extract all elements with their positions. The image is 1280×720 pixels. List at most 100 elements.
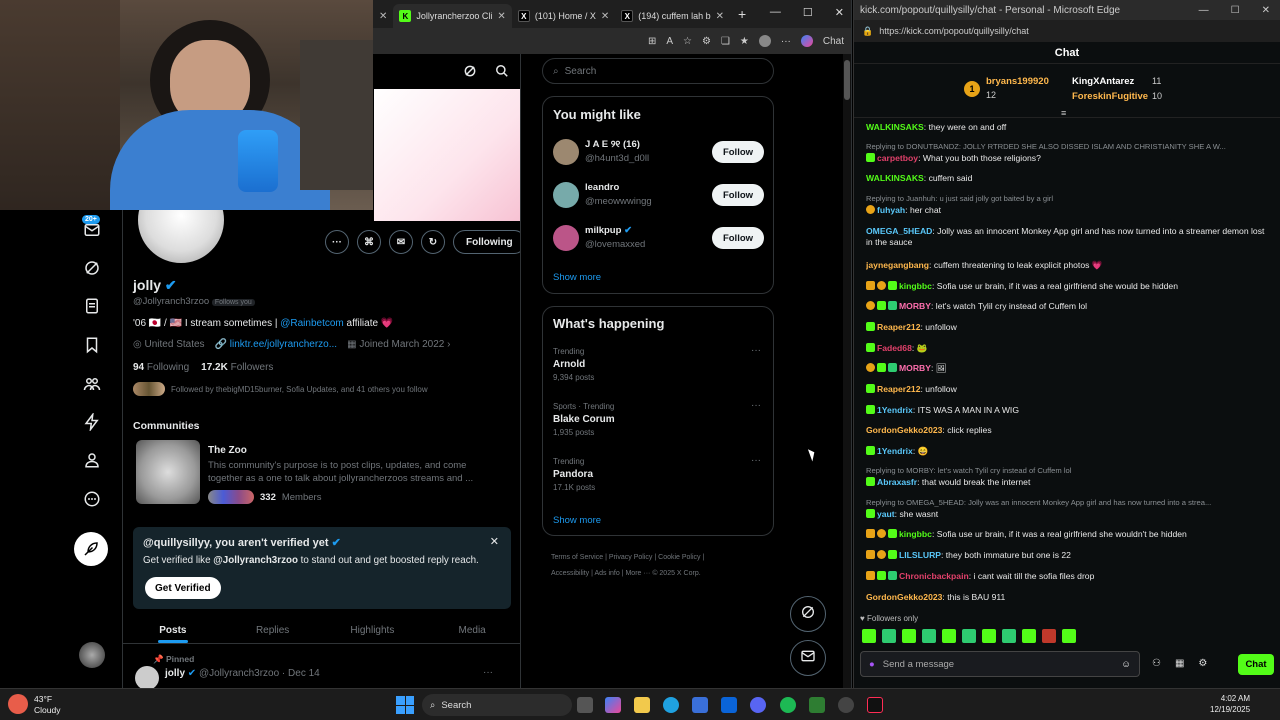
- followers-count[interactable]: 17.2K Followers: [201, 362, 273, 373]
- reply-context[interactable]: Replying to Juanhuh: u just said jolly g…: [866, 193, 1271, 204]
- show-more-link[interactable]: Show more: [553, 272, 601, 283]
- emote[interactable]: [942, 629, 956, 643]
- more-icon[interactable]: ···: [751, 400, 761, 411]
- more-icon[interactable]: ···: [751, 345, 761, 356]
- footer-link[interactable]: Terms of Service: [551, 554, 603, 561]
- emote[interactable]: [982, 629, 996, 643]
- chat-username[interactable]: Faded68: [877, 343, 912, 353]
- reply-context[interactable]: Replying to MORBY: let's watch Tylil cry…: [866, 465, 1271, 476]
- bio-link[interactable]: @Rainbetcom: [280, 318, 344, 329]
- website-link[interactable]: 🔗 linktr.ee/jollyrancherzo...: [215, 339, 338, 350]
- close-icon[interactable]: ✕: [716, 11, 724, 22]
- leader-name[interactable]: KingXAntarez: [1072, 76, 1134, 87]
- minimize-icon[interactable]: —: [770, 6, 781, 19]
- edge-icon[interactable]: [663, 697, 679, 713]
- weather-icon[interactable]: [8, 694, 28, 714]
- emote[interactable]: [1002, 629, 1016, 643]
- emote[interactable]: [1022, 629, 1036, 643]
- chat-username[interactable]: 1Yendrix: [877, 446, 913, 456]
- chat-username[interactable]: OMEGA_5HEAD: [866, 226, 932, 236]
- chat-username[interactable]: WALKINSAKS: [866, 122, 924, 132]
- emote[interactable]: [1062, 629, 1076, 643]
- grok-icon[interactable]: [463, 64, 477, 83]
- footer-link[interactable]: Ads info: [594, 570, 619, 577]
- account-avatar[interactable]: [79, 642, 105, 668]
- follow-button[interactable]: Follow: [712, 227, 764, 249]
- tab-cuffem[interactable]: X (194) cuffem lah b ✕: [615, 4, 730, 28]
- emote[interactable]: [962, 629, 976, 643]
- bookmarks-nav-icon[interactable]: [80, 333, 104, 357]
- user-name[interactable]: J A E ୨୧ (16): [585, 139, 640, 150]
- close-icon[interactable]: ✕: [601, 11, 609, 22]
- user-name[interactable]: leandro: [585, 182, 619, 193]
- post-button[interactable]: [74, 532, 108, 566]
- community-name[interactable]: The Zoo: [208, 445, 247, 456]
- followed-by[interactable]: Followed by thebigMD15burner, Sofia Upda…: [133, 382, 428, 396]
- profile-icon[interactable]: [758, 35, 771, 47]
- discord-icon[interactable]: [750, 697, 766, 713]
- chat-username[interactable]: MORBY: [899, 301, 931, 311]
- chat-username[interactable]: Abraxasfr: [877, 477, 917, 487]
- post-avatar[interactable]: [135, 666, 159, 688]
- search-box[interactable]: ⌕ Search: [542, 58, 774, 84]
- show-more-link[interactable]: Show more: [553, 515, 601, 526]
- message-button[interactable]: ✉: [389, 230, 413, 254]
- grok-nav-icon[interactable]: [80, 256, 104, 280]
- emote[interactable]: [882, 629, 896, 643]
- footer-link[interactable]: Cookie Policy: [658, 554, 700, 561]
- chat-username[interactable]: fuhyah: [877, 205, 905, 215]
- close-icon[interactable]: ✕: [497, 11, 505, 22]
- more-icon[interactable]: ···: [751, 455, 761, 466]
- task-view-icon[interactable]: [577, 697, 593, 713]
- minimize-icon[interactable]: —: [1199, 5, 1209, 16]
- app-icon[interactable]: [838, 697, 854, 713]
- chat-input[interactable]: ● Send a message ☺: [860, 651, 1140, 677]
- emoji-icon[interactable]: ☺: [1121, 659, 1131, 670]
- chat-username[interactable]: LILSLURP: [899, 550, 941, 560]
- chat-username[interactable]: GordonGekko2023: [866, 425, 942, 435]
- reply-context[interactable]: Replying to OMEGA_5HEAD: Jolly was an in…: [866, 497, 1271, 508]
- extensions-icon[interactable]: ⚙: [702, 36, 711, 47]
- trend-item[interactable]: Trending Pandora 17.1K posts: [553, 457, 595, 492]
- app-icon[interactable]: [809, 697, 825, 713]
- tab-replies[interactable]: Replies: [223, 617, 323, 643]
- maximize-icon[interactable]: ☐: [803, 6, 813, 19]
- trend-item[interactable]: Sports · Trending Blake Corum 1,935 post…: [553, 402, 615, 437]
- get-verified-button[interactable]: Get Verified: [145, 577, 221, 599]
- split-icon[interactable]: ⊞: [648, 36, 656, 47]
- microphone-icon[interactable]: ●: [869, 659, 875, 670]
- emote[interactable]: [1042, 629, 1056, 643]
- tab-posts[interactable]: Posts: [123, 617, 223, 643]
- avatar[interactable]: [553, 225, 579, 251]
- maximize-icon[interactable]: ☐: [1231, 5, 1240, 16]
- settings-icon[interactable]: ⚙: [1198, 658, 1207, 669]
- footer-link[interactable]: Accessibility: [551, 570, 589, 577]
- more-nav-icon[interactable]: [80, 487, 104, 511]
- emote[interactable]: [902, 629, 916, 643]
- send-chat-button[interactable]: Chat: [1238, 654, 1274, 675]
- tab-highlights[interactable]: Highlights: [323, 617, 423, 643]
- follow-button[interactable]: Follow: [712, 184, 764, 206]
- search-icon[interactable]: [495, 64, 509, 83]
- trend-item[interactable]: Trending Arnold 9,394 posts: [553, 347, 594, 382]
- chat-username[interactable]: jaynegangbang: [866, 260, 929, 270]
- favorites-icon[interactable]: ★: [740, 36, 749, 47]
- grok-fab[interactable]: [790, 596, 826, 632]
- leader-name[interactable]: bryans199920: [986, 76, 1049, 87]
- follow-button[interactable]: Follow: [712, 141, 764, 163]
- close-window-icon[interactable]: ✕: [1262, 5, 1270, 16]
- tab-jollyrancherzoo[interactable]: K Jollyrancherzoo Cli ✕: [393, 4, 512, 28]
- read-aloud-icon[interactable]: A: [666, 36, 673, 47]
- chat-button[interactable]: Chat: [823, 36, 844, 47]
- favorite-icon[interactable]: ☆: [683, 36, 692, 47]
- file-explorer-icon[interactable]: [634, 697, 650, 713]
- collections-icon[interactable]: ❏: [721, 36, 730, 47]
- tiktok-icon[interactable]: [867, 697, 883, 713]
- user-name[interactable]: milkpup ✔: [585, 225, 632, 236]
- post-more-icon[interactable]: ···: [483, 667, 493, 678]
- store-icon[interactable]: ▦: [1175, 658, 1184, 669]
- taskbar-search[interactable]: ⌕ Search: [422, 694, 572, 716]
- footer-link[interactable]: More ···: [625, 570, 650, 577]
- emote[interactable]: [862, 629, 876, 643]
- chat-username[interactable]: GordonGekko2023: [866, 592, 942, 602]
